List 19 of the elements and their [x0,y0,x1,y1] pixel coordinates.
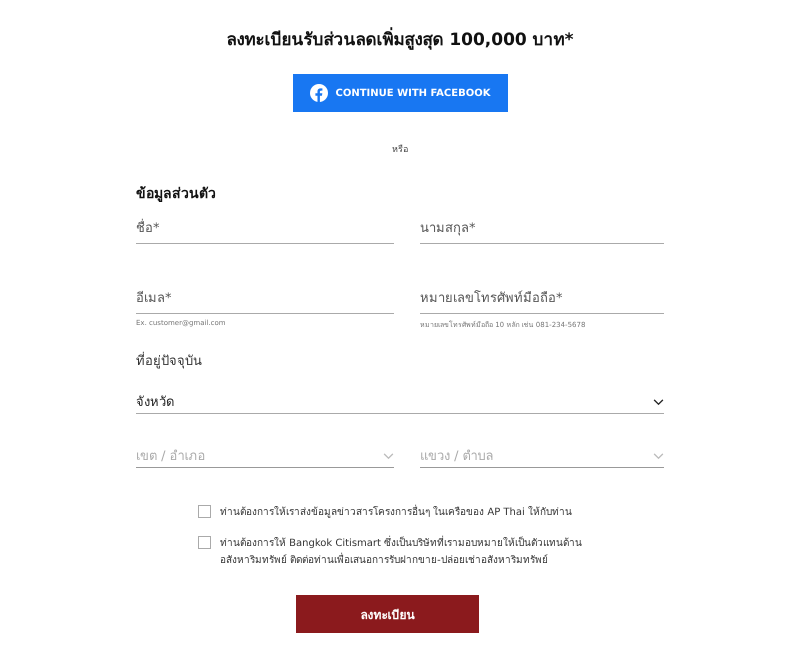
section-heading: ข้อมูลส่วนตัว [136,185,217,204]
or-text: หรือ [392,144,408,156]
register-button[interactable]: ลงทะเบียน [296,595,479,633]
page-title: ลงทะเบียนรับส่วนลดเพิ่มสูงสุด 100,000 บาท* [226,26,574,54]
checkbox[interactable] [198,505,211,518]
text-field[interactable]: หมายเลขโทรศัพท์มือถือ* [420,284,664,314]
text-field[interactable]: ชื่อ* [136,214,394,244]
text-field[interactable]: อีเมล* [136,284,394,314]
consent-text: ท่านต้องการให้เราส่งข้อมูลข่าวสารโครงการอื่นๆ ในเครือของ AP Thai ให้กับท่าน [220,504,620,521]
checkbox[interactable] [198,536,211,549]
facebook-icon [310,84,328,102]
chevron-icon [653,399,664,406]
section-heading: ที่อยู่ปัจจุบัน [136,352,664,372]
chevron-icon [653,453,664,460]
select-field[interactable]: จังหวัด [136,390,664,414]
consent-text: ท่านต้องการให้ Bangkok Citismart ซึ่งเป็นบริษัทที่เรามอบหมายให้เป็นตัวแทนด้านอสังหาริมทรัพย์ ติดต่อท่านเพื่อเสนอการรับฝากขาย-ปล่อยเช่าอสังหาริมทรัพย์ [220,535,620,569]
text-field[interactable]: นามสกุล* [420,214,664,244]
facebook-button[interactable]: CONTINUE WITH FACEBOOK [292,74,508,112]
chevron-icon [383,453,394,460]
